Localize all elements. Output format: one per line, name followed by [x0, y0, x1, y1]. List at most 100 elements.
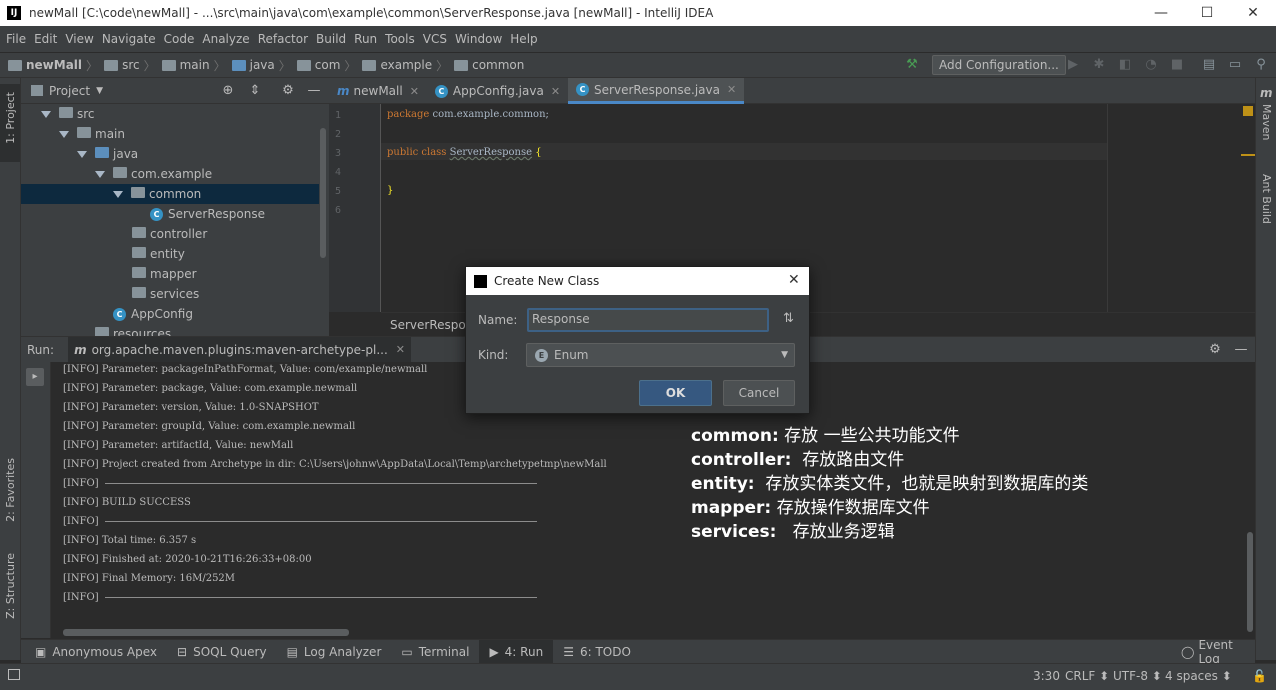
structure-tool-tab[interactable]: Z: Structure [4, 553, 17, 619]
close-tab-icon[interactable]: ✕ [410, 85, 419, 98]
caret-position[interactable]: 3:30 [1033, 669, 1060, 683]
tree-item-com-example[interactable]: com.example [95, 164, 212, 184]
profile-icon[interactable]: ◔ [1144, 58, 1158, 72]
build-hammer-icon[interactable]: ⚒ [905, 58, 919, 72]
tree-item-mapper[interactable]: mapper [132, 264, 197, 284]
breadcrumb-com[interactable]: com 〉 [296, 57, 363, 74]
menu-run[interactable]: Run [350, 32, 381, 46]
tree-item-resources[interactable]: resources [95, 324, 171, 336]
breadcrumb-src[interactable]: src 〉 [104, 57, 162, 74]
tab-serverresponse[interactable]: C ServerResponse.java ✕ [568, 78, 745, 104]
hide-panel-icon[interactable]: — [307, 84, 321, 98]
keyword: public class [387, 147, 447, 158]
file-encoding[interactable]: UTF-8 ⬍ [1113, 669, 1162, 683]
kind-select[interactable]: E Enum ▼ [526, 343, 795, 367]
tool-todo[interactable]: ☰ 6: TODO [553, 640, 641, 664]
minimize-button[interactable]: — [1138, 0, 1184, 26]
breadcrumb-common[interactable]: common [454, 58, 524, 72]
breadcrumb-example[interactable]: example 〉 [362, 57, 454, 74]
tree-item-java[interactable]: java [77, 144, 138, 164]
hide-panel-icon[interactable]: — [1234, 343, 1248, 357]
menu-vcs[interactable]: VCS [419, 32, 451, 46]
keyword: package [387, 109, 430, 120]
tool-event-log[interactable]: ◯ Event Log [1171, 638, 1255, 666]
navigation-bar: newMall 〉 src 〉 main 〉 java 〉 com 〉 example 〉 … [0, 52, 1276, 78]
search-icon[interactable]: ⚲ [1254, 58, 1268, 72]
terminal-window-icon[interactable]: ▭ [1228, 58, 1242, 72]
run-tab[interactable]: m org.apache.maven.plugins:maven-archety… [68, 336, 411, 363]
project-structure-icon[interactable]: ▤ [1202, 58, 1216, 72]
tree-item-controller[interactable]: controller [132, 224, 207, 244]
coverage-icon[interactable]: ◧ [1118, 58, 1132, 72]
close-tab-icon[interactable]: ✕ [551, 85, 560, 98]
tree-item-entity[interactable]: entity [132, 244, 185, 264]
console-vertical-scrollbar[interactable] [1247, 532, 1253, 632]
menu-code[interactable]: Code [160, 32, 199, 46]
breadcrumb-main[interactable]: main 〉 [161, 57, 232, 74]
stop-icon[interactable]: ■ [1170, 58, 1184, 72]
toggle-tool-windows-icon[interactable] [8, 669, 20, 680]
todo-list-icon: ☰ [563, 644, 574, 659]
indent-setting[interactable]: 4 spaces ⬍ [1165, 669, 1232, 683]
menu-edit[interactable]: Edit [30, 32, 61, 46]
line-number: 2 [335, 129, 342, 140]
menu-refactor[interactable]: Refactor [254, 32, 312, 46]
project-tool-label: 1: Project [4, 92, 17, 144]
tool-anonymous-apex[interactable]: ▣ Anonymous Apex [21, 640, 167, 664]
java-class-icon: C [150, 208, 163, 221]
chevron-down-icon[interactable]: ▼ [96, 86, 103, 96]
debug-icon[interactable]: ✱ [1092, 58, 1106, 72]
console-horizontal-scrollbar[interactable] [63, 629, 349, 636]
tree-item-serverresponse[interactable]: C ServerResponse [150, 204, 265, 224]
menu-help[interactable]: Help [506, 32, 541, 46]
menu-file[interactable]: File [2, 32, 30, 46]
menu-analyze[interactable]: Analyze [198, 32, 253, 46]
tree-item-src[interactable]: src [41, 104, 95, 124]
sort-arrows-icon[interactable]: ⇅ [783, 311, 794, 326]
add-configuration-button[interactable]: Add Configuration... [932, 55, 1066, 75]
class-name-input[interactable]: Response [527, 308, 769, 332]
close-window-button[interactable]: ✕ [1230, 0, 1276, 26]
close-tab-icon[interactable]: ✕ [396, 343, 405, 356]
project-scrollbar[interactable] [320, 128, 326, 258]
lock-icon[interactable]: 🔓 [1252, 669, 1267, 683]
tool-terminal[interactable]: ▭ Terminal [391, 640, 479, 664]
menu-view[interactable]: View [61, 32, 97, 46]
gear-icon[interactable]: ⚙ [281, 84, 295, 98]
cancel-button[interactable]: Cancel [723, 380, 795, 406]
tree-item-appconfig[interactable]: C AppConfig [113, 304, 193, 324]
tool-log-analyzer[interactable]: ▤ Log Analyzer [277, 640, 392, 664]
tree-item-services[interactable]: services [132, 284, 199, 304]
close-icon[interactable]: ✕ [788, 272, 800, 288]
tree-item-main[interactable]: main [59, 124, 125, 144]
tool-run[interactable]: ▶ 4: Run [479, 639, 554, 664]
run-tree-toggle-icon[interactable]: ▸ [26, 368, 44, 386]
warning-stripe-marker[interactable] [1241, 154, 1255, 156]
note-key: entity: [691, 474, 755, 494]
locate-icon[interactable]: ⊕ [221, 84, 235, 98]
menu-window[interactable]: Window [451, 32, 506, 46]
encoding-label: UTF-8 [1113, 669, 1148, 683]
menu-build[interactable]: Build [312, 32, 350, 46]
tab-appconfig[interactable]: C AppConfig.java ✕ [427, 78, 568, 104]
ant-build-tool-tab[interactable]: Ant Build [1260, 174, 1273, 224]
collapse-all-icon[interactable]: ⇕ [248, 84, 262, 98]
menu-tools[interactable]: Tools [381, 32, 419, 46]
tree-item-common[interactable]: common [113, 184, 201, 204]
breadcrumb-project[interactable]: newMall 〉 [8, 57, 104, 74]
menu-navigate[interactable]: Navigate [98, 32, 160, 46]
run-icon[interactable]: ▶ [1066, 58, 1080, 72]
close-tab-icon[interactable]: ✕ [727, 83, 736, 96]
project-tool-tab[interactable]: 1: Project [0, 84, 20, 162]
tab-newmall[interactable]: m newMall ✕ [329, 78, 427, 104]
gear-icon[interactable]: ⚙ [1208, 343, 1222, 357]
breadcrumb-java[interactable]: java 〉 [231, 57, 297, 74]
maven-tool-tab[interactable]: Maven [1260, 104, 1273, 140]
project-panel-title[interactable]: Project [49, 84, 90, 98]
ok-button[interactable]: OK [639, 380, 712, 406]
line-separator[interactable]: CRLF ⬍ [1065, 669, 1109, 683]
tool-soql-query[interactable]: ⊟ SOQL Query [167, 640, 277, 664]
inspection-warning-icon[interactable] [1243, 106, 1253, 116]
maximize-button[interactable]: ☐ [1184, 0, 1230, 26]
favorites-tool-tab[interactable]: 2: Favorites [4, 458, 17, 522]
